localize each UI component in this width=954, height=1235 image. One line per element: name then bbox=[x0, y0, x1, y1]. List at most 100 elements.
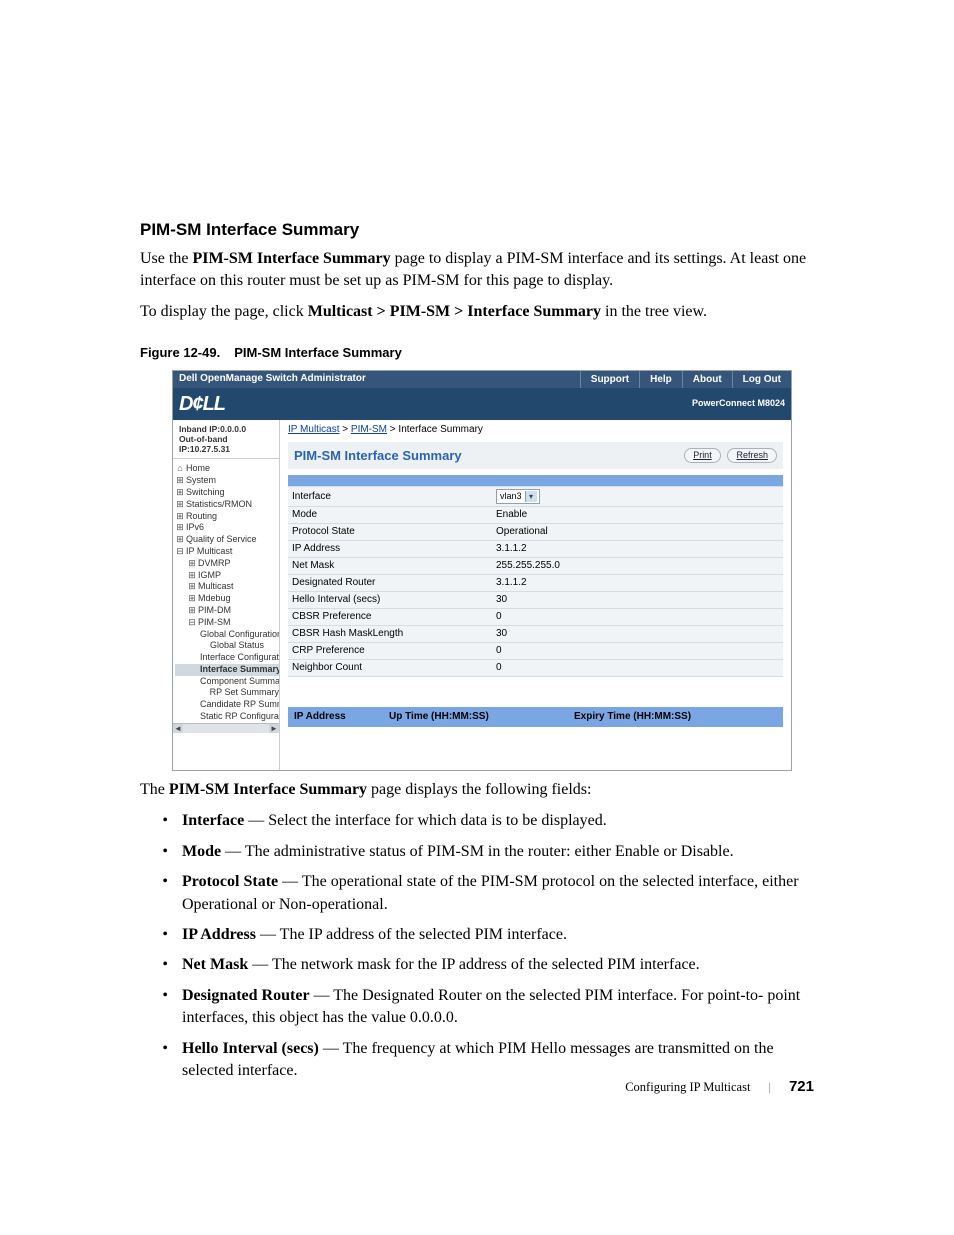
tree-scrollbar[interactable]: ◄ ► bbox=[173, 723, 279, 733]
text-bold: PIM-SM Interface Summary bbox=[192, 250, 390, 267]
field-name: Designated Router bbox=[182, 987, 310, 1004]
support-link[interactable]: Support bbox=[580, 371, 639, 388]
crumb-pim-sm[interactable]: PIM-SM bbox=[351, 424, 387, 435]
panel-title: PIM-SM Interface Summary bbox=[294, 448, 462, 464]
tree-item[interactable]: ⊞Mdebug bbox=[175, 593, 279, 605]
chevron-down-icon: ▾ bbox=[525, 491, 537, 502]
tree-item[interactable]: ⊞IGMP bbox=[175, 570, 279, 582]
tree-item[interactable]: ⊟PIM-SM bbox=[175, 617, 279, 629]
crumb-ip-multicast[interactable]: IP Multicast bbox=[288, 424, 340, 435]
model-label: PowerConnect M8024 bbox=[692, 398, 785, 409]
tree-item[interactable]: Interface Configuration bbox=[175, 652, 279, 664]
app-topbar: Dell OpenManage Switch Administrator Sup… bbox=[173, 371, 791, 388]
tree-item[interactable]: ⊞Routing bbox=[175, 511, 279, 523]
tree-item[interactable]: RP Set Summary bbox=[175, 687, 279, 699]
tree-item-label: Switching bbox=[185, 487, 225, 498]
tree-item-label: Candidate RP Summ bbox=[199, 699, 280, 710]
field-item: IP Address — The IP address of the selec… bbox=[180, 924, 814, 946]
main-panel: IP Multicast > PIM-SM > Interface Summar… bbox=[280, 420, 791, 770]
prop-value: 3.1.1.2 bbox=[492, 575, 783, 592]
prop-key: Hello Interval (secs) bbox=[288, 592, 492, 609]
table-row: CBSR Preference0 bbox=[288, 609, 783, 626]
scroll-left-icon[interactable]: ◄ bbox=[173, 724, 183, 733]
expand-icon: ⊞ bbox=[187, 570, 197, 581]
tree-item[interactable]: ⊞Quality of Service bbox=[175, 534, 279, 546]
field-name: Interface bbox=[182, 812, 244, 829]
refresh-button[interactable]: Refresh bbox=[727, 448, 777, 463]
table-row: Protocol StateOperational bbox=[288, 524, 783, 541]
interface-select[interactable]: vlan3▾ bbox=[496, 489, 540, 504]
col-ip-address: IP Address bbox=[294, 711, 389, 723]
tree-item[interactable]: ⊞System bbox=[175, 475, 279, 487]
prop-value: Operational bbox=[492, 524, 783, 541]
dash: — bbox=[244, 812, 268, 829]
table-row: IP Address3.1.1.2 bbox=[288, 541, 783, 558]
ip-box: Inband IP:0.0.0.0 Out-of-band IP:10.27.5… bbox=[173, 420, 279, 460]
text-bold: PIM-SM Interface Summary bbox=[169, 781, 367, 798]
tree-item[interactable]: Static RP Configurati bbox=[175, 711, 279, 723]
prop-value: 3.1.1.2 bbox=[492, 541, 783, 558]
prop-key: Designated Router bbox=[288, 575, 492, 592]
dash: — bbox=[278, 873, 302, 890]
table-row: Net Mask255.255.255.0 bbox=[288, 558, 783, 575]
logo-bar: D¢LL PowerConnect M8024 bbox=[173, 388, 791, 420]
about-link[interactable]: About bbox=[682, 371, 732, 388]
tree-item-label: Mdebug bbox=[197, 593, 231, 604]
field-item: Designated Router — The Designated Route… bbox=[180, 985, 814, 1030]
tree-item[interactable]: ⊞Multicast bbox=[175, 581, 279, 593]
text: page displays the following fields: bbox=[367, 781, 591, 798]
collapse-icon: ⊟ bbox=[187, 617, 197, 628]
inband-ip: Inband IP:0.0.0.0 bbox=[179, 424, 275, 434]
dash: — bbox=[221, 843, 245, 860]
footer-separator: | bbox=[768, 1080, 771, 1095]
table-row: Designated Router3.1.1.2 bbox=[288, 575, 783, 592]
tree-item[interactable]: Interface Summary bbox=[175, 664, 279, 676]
expand-icon: ⊞ bbox=[175, 534, 185, 545]
tree-item-label: PIM-DM bbox=[197, 605, 231, 616]
prop-value: 0 bbox=[492, 609, 783, 626]
breadcrumb: IP Multicast > PIM-SM > Interface Summar… bbox=[288, 420, 783, 442]
expand-icon: ⊞ bbox=[175, 522, 185, 533]
field-desc: Select the interface for which data is t… bbox=[268, 812, 607, 829]
print-button[interactable]: Print bbox=[684, 448, 721, 463]
tree-item[interactable]: ⊞DVMRP bbox=[175, 558, 279, 570]
tree-item-label: IP Multicast bbox=[185, 546, 232, 557]
expand-icon: ⊞ bbox=[175, 499, 185, 510]
tree-item[interactable]: ⊞Statistics/RMON bbox=[175, 499, 279, 511]
fields-lead: The PIM-SM Interface Summary page displa… bbox=[140, 779, 814, 801]
sidebar: Inband IP:0.0.0.0 Out-of-band IP:10.27.5… bbox=[173, 420, 280, 770]
prop-key: Protocol State bbox=[288, 524, 492, 541]
help-link[interactable]: Help bbox=[639, 371, 682, 388]
logout-link[interactable]: Log Out bbox=[732, 371, 791, 388]
tree-item[interactable]: Candidate RP Summ bbox=[175, 699, 279, 711]
prop-key: Net Mask bbox=[288, 558, 492, 575]
tree-item[interactable]: ⊞PIM-DM bbox=[175, 605, 279, 617]
field-item: Interface — Select the interface for whi… bbox=[180, 810, 814, 832]
tree-item[interactable]: Global Configuration bbox=[175, 629, 279, 641]
oob-ip: Out-of-band IP:10.27.5.31 bbox=[179, 434, 275, 454]
expand-icon: ⊞ bbox=[187, 605, 197, 616]
field-name: Protocol State bbox=[182, 873, 278, 890]
tree-item-label: DVMRP bbox=[197, 558, 231, 569]
dash: — bbox=[310, 987, 334, 1004]
tree-item[interactable]: ⌂Home bbox=[175, 463, 279, 475]
text: Use the bbox=[140, 250, 192, 267]
nav-tree: ⌂Home⊞System⊞Switching⊞Statistics/RMON⊞R… bbox=[173, 459, 279, 723]
field-item: Protocol State — The operational state o… bbox=[180, 871, 814, 916]
field-name: IP Address bbox=[182, 926, 256, 943]
figure-caption: Figure 12-49.PIM-SM Interface Summary bbox=[140, 345, 814, 360]
crumb-sep: > bbox=[340, 424, 351, 435]
tree-item[interactable]: Component Summary bbox=[175, 676, 279, 688]
prop-key: Neighbor Count bbox=[288, 660, 492, 677]
prop-key: Interface bbox=[288, 487, 492, 507]
tree-item[interactable]: ⊞IPv6 bbox=[175, 522, 279, 534]
tree-item-label: Global Configuration bbox=[199, 629, 280, 640]
tree-item[interactable]: ⊟IP Multicast bbox=[175, 546, 279, 558]
tree-item[interactable]: Global Status bbox=[175, 640, 279, 652]
tree-item[interactable]: ⊞Switching bbox=[175, 487, 279, 499]
dash: — bbox=[248, 956, 272, 973]
text: in the tree view. bbox=[601, 303, 707, 320]
tree-item-label: Routing bbox=[185, 511, 217, 522]
dash: — bbox=[256, 926, 280, 943]
scroll-right-icon[interactable]: ► bbox=[269, 724, 279, 733]
